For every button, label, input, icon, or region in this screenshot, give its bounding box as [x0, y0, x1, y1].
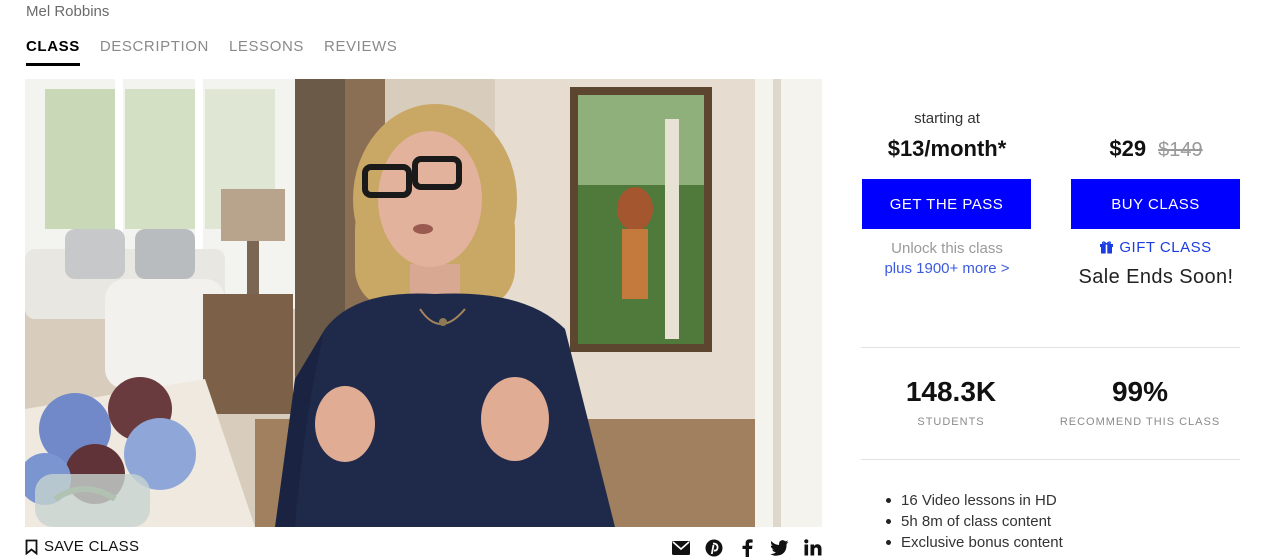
buy-class-button[interactable]: BUY CLASS	[1071, 179, 1240, 229]
linkedin-icon[interactable]	[803, 538, 822, 557]
bookmark-icon	[25, 539, 38, 555]
class-tabs: CLASS DESCRIPTION LESSONS REVIEWS	[26, 38, 397, 66]
pass-column: starting at $13/month* GET THE PASS Unlo…	[862, 100, 1032, 277]
pinterest-icon[interactable]	[704, 538, 723, 557]
students-stat: 148.3K STUDENTS	[856, 376, 1046, 428]
sale-notice: Sale Ends Soon!	[1078, 266, 1234, 288]
more-classes-link[interactable]: plus 1900+ more >	[862, 260, 1032, 277]
class-trailer-video[interactable]	[25, 79, 822, 527]
starting-at-label: starting at	[914, 110, 980, 127]
gift-class-label: GIFT CLASS	[1119, 239, 1212, 256]
class-price: $29	[1109, 136, 1147, 161]
recommend-percentage: 99%	[1111, 376, 1169, 407]
video-actions-bar: SAVE CLASS	[25, 536, 822, 558]
feature-item: 5h 8m of class content	[884, 511, 1063, 532]
tab-class[interactable]: CLASS	[26, 38, 80, 66]
feature-item: 16 Video lessons in HD	[884, 490, 1063, 511]
pass-price: $13/month*	[887, 136, 1007, 161]
save-class-label: SAVE CLASS	[44, 538, 140, 555]
envelope-icon[interactable]	[671, 538, 690, 557]
unlock-class-text: Unlock this class	[891, 240, 1003, 257]
feature-item: Exclusive bonus content	[884, 532, 1063, 553]
divider-bottom	[861, 459, 1240, 460]
tab-reviews[interactable]: REVIEWS	[324, 38, 397, 66]
tab-lessons[interactable]: LESSONS	[229, 38, 304, 66]
gift-class-link[interactable]: GIFT CLASS	[1071, 239, 1241, 256]
buy-price-row: $29 $149	[1071, 136, 1241, 162]
gift-icon	[1100, 241, 1114, 254]
class-features-list: 16 Video lessons in HD 5h 8m of class co…	[884, 490, 1063, 553]
video-frame-illustration	[25, 79, 822, 527]
students-label: STUDENTS	[917, 416, 985, 428]
divider-top	[861, 347, 1240, 348]
facebook-icon[interactable]	[737, 538, 756, 557]
original-price: $149	[1158, 139, 1203, 161]
buy-column: $29 $149 BUY CLASS GIFT CLASS Sale Ends …	[1071, 100, 1241, 289]
twitter-icon[interactable]	[770, 538, 789, 557]
instructor-name[interactable]: Mel Robbins	[26, 3, 109, 20]
recommend-label: RECOMMEND THIS CLASS	[1059, 416, 1221, 428]
tab-description[interactable]: DESCRIPTION	[100, 38, 209, 66]
students-count: 148.3K	[905, 376, 997, 407]
share-links	[671, 538, 822, 557]
recommend-stat: 99% RECOMMEND THIS CLASS	[1045, 376, 1235, 428]
get-the-pass-button[interactable]: GET THE PASS	[862, 179, 1031, 229]
save-class-button[interactable]: SAVE CLASS	[25, 538, 139, 555]
